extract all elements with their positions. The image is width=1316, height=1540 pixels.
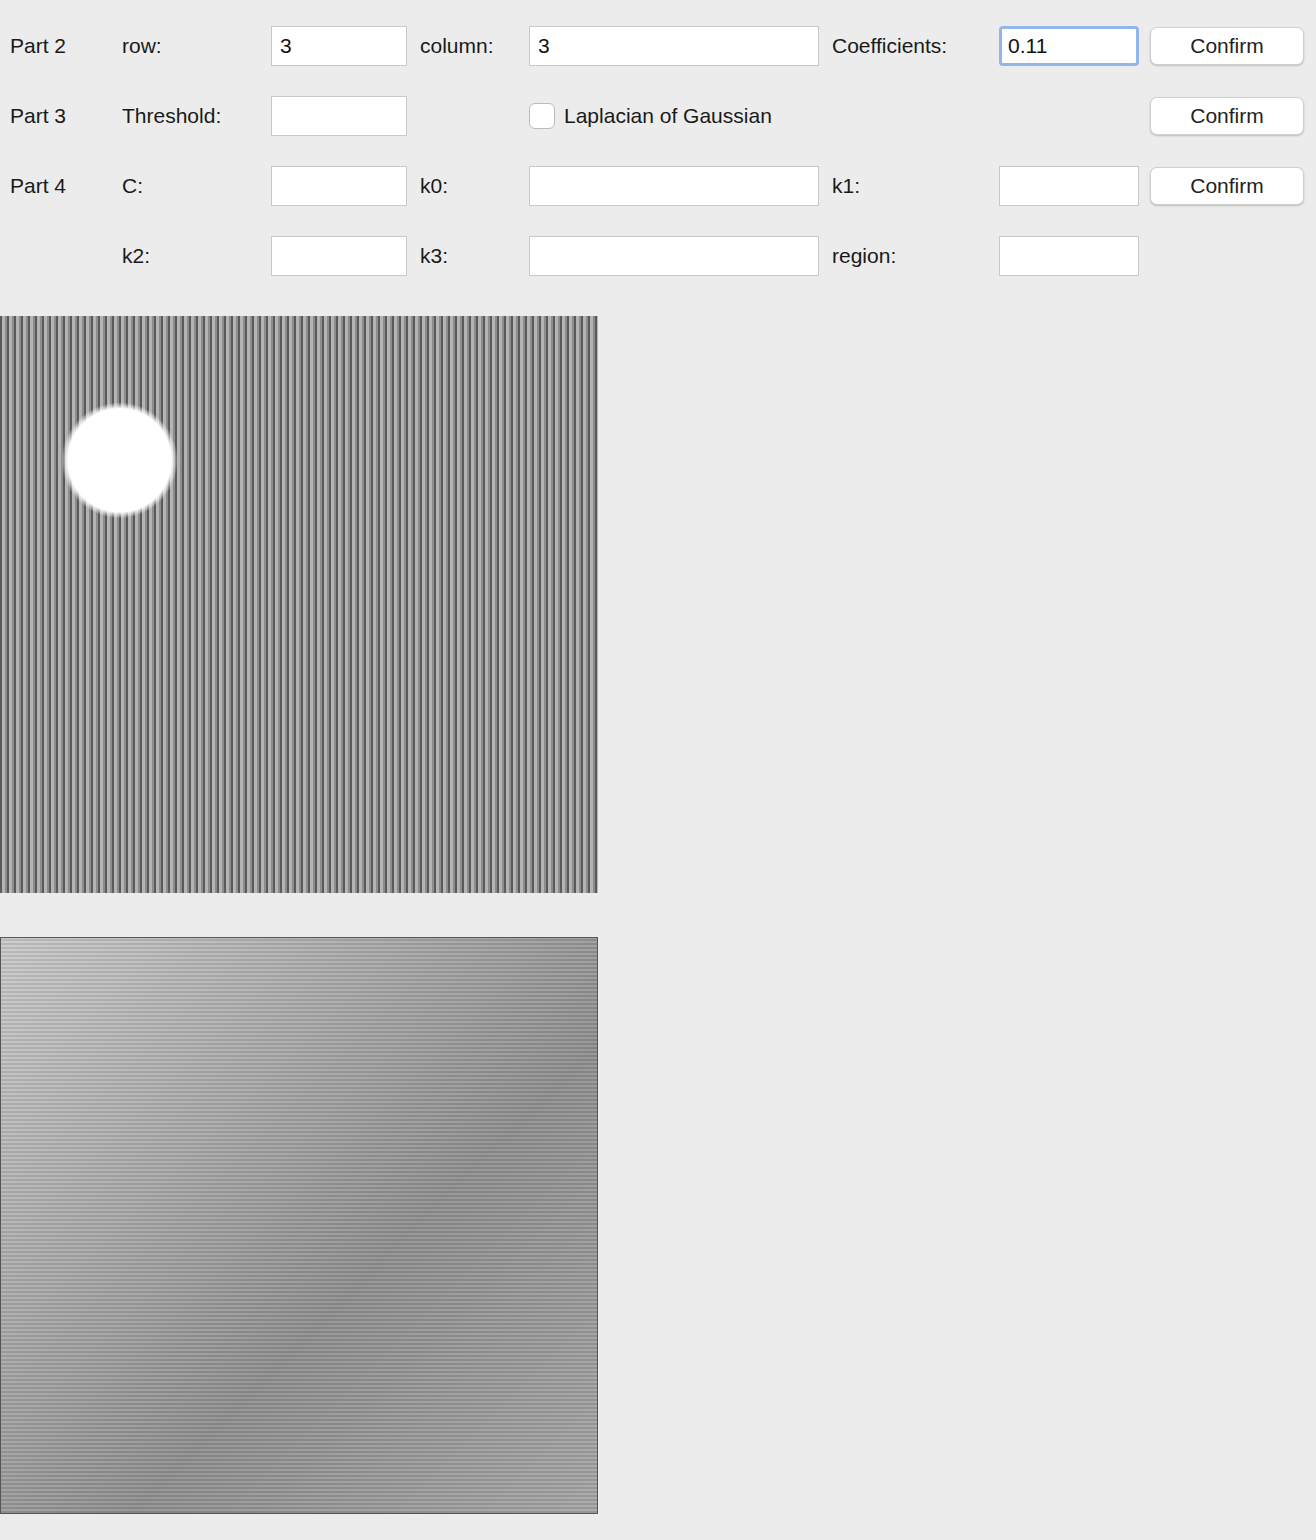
part-label: Part 2 <box>10 30 122 62</box>
field-label: k2: <box>122 240 271 272</box>
confirm-button[interactable]: Confirm <box>1150 97 1304 135</box>
text-field[interactable] <box>271 26 407 66</box>
text-field[interactable] <box>529 236 819 276</box>
field-label: row: <box>122 30 271 62</box>
noisy-image <box>0 316 598 893</box>
confirm-button[interactable]: Confirm <box>1150 27 1304 65</box>
text-field[interactable] <box>999 236 1139 276</box>
text-field[interactable] <box>529 166 819 206</box>
field-label: k0: <box>407 170 529 202</box>
text-field[interactable] <box>999 166 1139 206</box>
field-label: Coefficients: <box>819 30 999 62</box>
field-label: column: <box>407 30 529 62</box>
text-field[interactable] <box>271 96 407 136</box>
field-label: Threshold: <box>122 100 271 132</box>
part-label: Part 3 <box>10 100 122 132</box>
text-field[interactable] <box>271 236 407 276</box>
checkbox-label: Laplacian of Gaussian <box>564 100 772 132</box>
confirm-button[interactable]: Confirm <box>1150 167 1304 205</box>
field-label: k1: <box>819 170 999 202</box>
part-label: Part 4 <box>10 170 122 202</box>
image-area <box>0 316 1316 1514</box>
text-field[interactable] <box>271 166 407 206</box>
control-panel: Part 2row: column: Coefficients: Confirm Par… <box>0 0 1316 291</box>
field-label: region: <box>819 240 999 272</box>
checkbox[interactable] <box>529 103 555 129</box>
field-label: k3: <box>407 240 529 272</box>
text-field[interactable] <box>999 26 1139 66</box>
text-field[interactable] <box>529 26 819 66</box>
checkbox-option[interactable]: Laplacian of Gaussian <box>529 100 1139 132</box>
filtered-image <box>0 937 598 1514</box>
field-label: C: <box>122 170 271 202</box>
